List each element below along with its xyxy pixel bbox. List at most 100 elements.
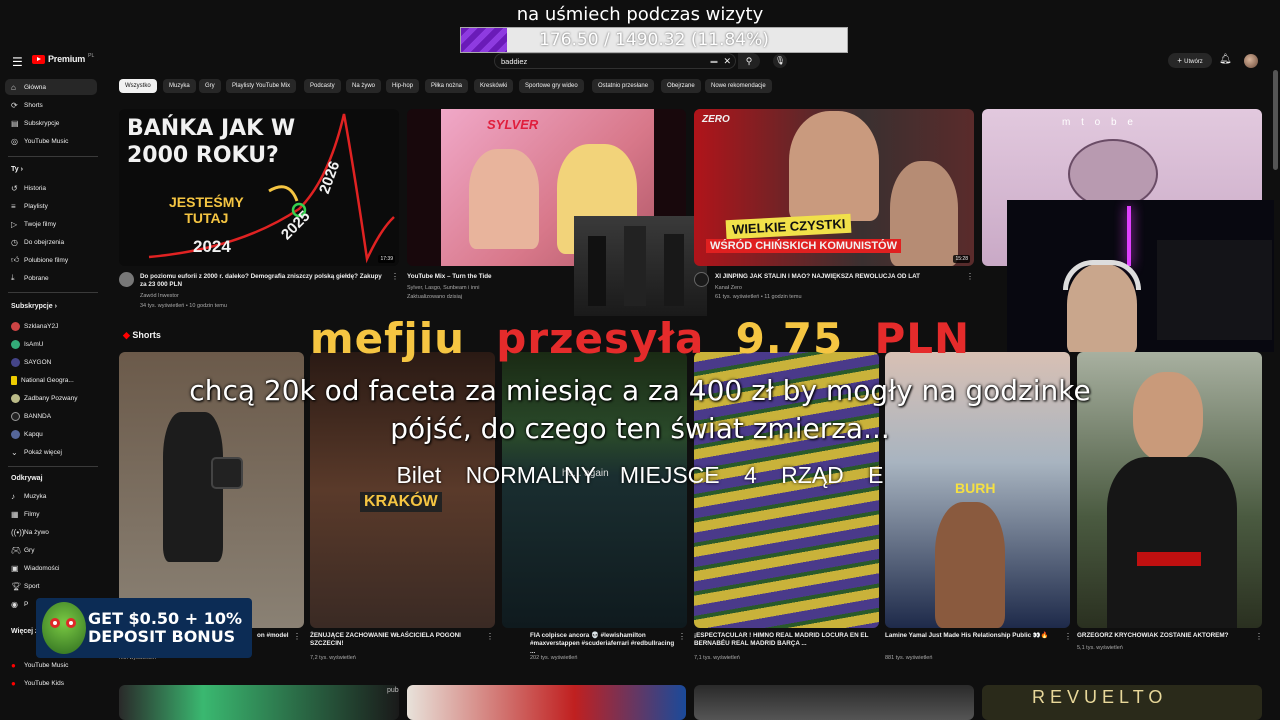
download-icon: ⤓ [11, 273, 15, 282]
video-thumbnail[interactable] [407, 685, 686, 720]
chip-mix-playlists[interactable]: Playlisty YouTube Mix [226, 79, 297, 93]
search-icon[interactable]: ⚲ [738, 53, 760, 69]
video-thumbnail[interactable]: REVUELTO [982, 685, 1262, 720]
video-thumbnail[interactable]: pub [119, 685, 399, 720]
more-options-icon[interactable]: ⋮ [391, 272, 399, 281]
chip-recently-uploaded[interactable]: Ostatnio przesłane [592, 79, 655, 93]
more-options-icon[interactable]: ⋮ [678, 632, 686, 641]
sidebar-sub-item[interactable]: Zadbany Pozwany [5, 390, 97, 406]
sidebar-item-yt-music[interactable]: ● YouTube Music [5, 657, 97, 673]
more-options-icon[interactable]: ⋮ [1255, 632, 1263, 641]
short-title[interactable]: Lamine Yamal Just Made His Relationship … [885, 632, 1065, 640]
sidebar-item-label: Muzyka [24, 492, 47, 500]
chip-cartoons[interactable]: Kreskówki [474, 79, 514, 93]
sidebar-item-music[interactable]: ♪ Muzyka [5, 488, 97, 504]
bell-icon[interactable]: 🔔︎ [1219, 54, 1232, 65]
chevron-right-icon: › [54, 303, 57, 310]
more-options-icon[interactable]: ⋮ [966, 272, 974, 281]
sidebar-item-label: National Geogra... [21, 376, 74, 384]
menu-icon[interactable]: ☰ [12, 55, 23, 69]
chip-hiphop[interactable]: Hip-hop [386, 79, 420, 93]
more-options-icon[interactable]: ⋮ [486, 632, 494, 641]
thumb-line: BAŃKA JAK W [127, 116, 296, 141]
short-title[interactable]: ¡ESPECTACULAR ! HIMNO REAL MADRID LOCURA… [694, 632, 874, 648]
create-button[interactable]: + Utwórz [1168, 53, 1212, 68]
sidebar-item-gaming[interactable]: 🎮︎ Gry [5, 542, 97, 558]
youtube-music-icon: ● [11, 660, 16, 670]
sidebar-item-your-videos[interactable]: ▷ Twoje filmy [5, 216, 97, 232]
channel-avatar[interactable] [694, 272, 709, 287]
history-icon: ↺ [11, 183, 18, 193]
sidebar-item-liked[interactable]: 👍︎ Polubione filmy [5, 252, 97, 268]
sidebar-item-news[interactable]: ▣ Wiadomości [5, 560, 97, 576]
chip-watched[interactable]: Obejrzane [661, 79, 701, 93]
video-thumbnail[interactable]: BAŃKA JAK W 2000 ROKU? JESTEŚMY TUTAJ 20… [119, 109, 399, 266]
avatar[interactable] [1244, 54, 1258, 68]
microphone-icon[interactable]: 🎙 [773, 54, 787, 68]
sidebar-item-label: YouTube Music [24, 137, 69, 145]
more-options-icon[interactable]: ⋮ [1064, 632, 1072, 641]
youtube-logo[interactable]: Premium PL [32, 53, 94, 64]
sidebar-show-more[interactable]: ⌄ Pokaż więcej [5, 444, 97, 460]
divider [8, 156, 98, 157]
sidebar-item-label: Subskrypcje [24, 119, 60, 127]
chip-music[interactable]: Muzyka [163, 79, 196, 93]
sidebar-sub-item[interactable]: Kapqu [5, 426, 97, 442]
chevron-down-icon: ⌄ [11, 447, 18, 457]
short-meta: 881 tys. wyświetleń [885, 655, 933, 661]
channel-name[interactable]: Kanał Zero [715, 284, 742, 292]
sidebar-section-you[interactable]: Ty › [11, 166, 23, 173]
sidebar-item-watch-later[interactable]: ◷ Do obejrzenia [5, 234, 97, 250]
section-title: Subskrypcje [11, 303, 53, 310]
chip-podcasts[interactable]: Podcasty [304, 79, 341, 93]
sidebar-item-home[interactable]: ⌂ Główna [5, 79, 97, 95]
deposit-bonus-ad[interactable]: GET $0.50 + 10% DEPOSIT BONUS [36, 598, 252, 658]
youtube-kids-icon: ● [11, 678, 16, 688]
sidebar-item-live[interactable]: ((•)) Na żywo [5, 524, 97, 540]
keyboard-icon[interactable]: ▬ [710, 58, 717, 65]
search-input[interactable]: baddiez ▬ ✕ [494, 53, 736, 69]
sidebar-section-subscriptions[interactable]: Subskrypcje › [11, 303, 57, 310]
sidebar-item-history[interactable]: ↺ Historia [5, 180, 97, 196]
short-title[interactable]: GRZEGORZ KRYCHOWIAK ZOSTANIE AKTOREM? [1077, 632, 1257, 640]
scrollbar[interactable] [1273, 70, 1278, 170]
video-thumbnail[interactable]: ZERO WIELKIE CZYSTKI WŚRÓD CHIŃSKICH KOM… [694, 109, 974, 266]
year-label: 2024 [193, 237, 231, 256]
thumbs-up-icon: 👍︎ [11, 255, 20, 264]
sidebar-item-playlists[interactable]: ≡ Playlisty [5, 198, 97, 214]
sidebar-sub-item[interactable]: National Geogra... [5, 372, 97, 388]
channel-avatar[interactable] [119, 272, 134, 287]
channel-name[interactable]: Zawód Inwestor [140, 292, 179, 300]
video-title[interactable]: XI JINPING JAK STALIN I MAO? NAJWIĘKSZA … [715, 273, 965, 281]
more-options-icon[interactable]: ⋮ [293, 632, 301, 641]
sidebar-item-yt-kids[interactable]: ● YouTube Kids [5, 675, 97, 691]
sidebar-item-label: Sport [24, 582, 40, 590]
sidebar-item-sport[interactable]: 🏆︎ Sport [5, 578, 97, 594]
chip-football[interactable]: Piłka nożna [425, 79, 469, 93]
sidebar-item-shorts[interactable]: ⟳ Shorts [5, 97, 97, 113]
short-meta: 7,1 tys. wyświetleń [694, 655, 740, 661]
clear-icon[interactable]: ✕ [723, 56, 731, 67]
short-title[interactable]: FIA colpisce ancora 💀 #lewishamilton #ma… [530, 632, 680, 656]
sidebar-item-label: Gry [24, 546, 35, 554]
chip-all[interactable]: Wszystko [119, 79, 157, 93]
sidebar-sub-item[interactable]: BANNDA [5, 408, 97, 424]
video-thumbnail[interactable] [694, 685, 974, 720]
sidebar-item-youtube-music[interactable]: ◎ YouTube Music [5, 133, 97, 149]
person-image [789, 111, 879, 221]
sidebar-item-downloads[interactable]: ⤓ Pobrane [5, 270, 97, 286]
chip-games[interactable]: Gry [199, 79, 221, 93]
sidebar-item-label: BANNDA [24, 412, 52, 420]
short-title[interactable]: on #model [257, 632, 297, 640]
sidebar-item-movies[interactable]: ▦ Filmy [5, 506, 97, 522]
sidebar-item-subscriptions[interactable]: ▤ Subskrypcje [5, 115, 97, 131]
short-title[interactable]: ŻENUJĄCE ZACHOWANIE WŁAŚCICIELA POGONI S… [310, 632, 490, 648]
chip-sport-games[interactable]: Sportowe gry wideo [519, 79, 584, 93]
chip-new-recommendations[interactable]: Nowe rekomendacje [705, 79, 772, 93]
chip-live[interactable]: Na żywo [346, 79, 382, 93]
video-title[interactable]: Do poziomu euforii z 2000 r. daleko? Dem… [140, 273, 388, 289]
donation-currency: PLN [874, 314, 971, 363]
channel-name[interactable]: Sylver, Lasgo, Sunbeam i inni [407, 284, 479, 292]
person-image [935, 502, 1005, 628]
sidebar-item-label: Kapqu [24, 430, 43, 438]
